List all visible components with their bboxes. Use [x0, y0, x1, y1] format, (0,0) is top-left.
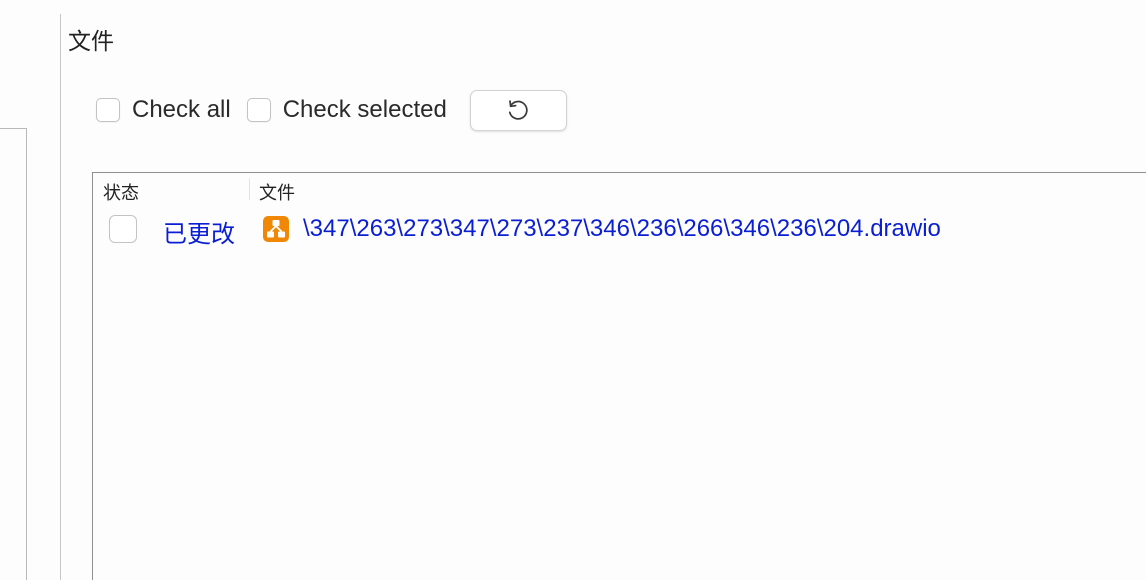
check-all-checkbox[interactable] — [96, 98, 120, 122]
table-row[interactable]: 已更改 \347\263\273\347\273\237\346\236\266… — [93, 211, 1146, 248]
left-pane-list-box — [0, 128, 27, 580]
file-toolbar: Check all Check selected — [96, 89, 567, 131]
row-status: 已更改 — [163, 220, 235, 248]
panel-title: 文件 — [68, 29, 114, 55]
column-header-status[interactable]: 状态 — [103, 179, 139, 205]
file-table: 状态 文件 已更改 \347\263\273\347\273\237\346\2… — [92, 172, 1146, 580]
check-all-option[interactable]: Check all — [96, 96, 231, 124]
check-all-label[interactable]: Check all — [132, 96, 231, 124]
drawio-file-icon — [263, 216, 289, 242]
refresh-button[interactable] — [469, 89, 567, 131]
table-header: 状态 文件 — [93, 173, 1146, 205]
pane-divider[interactable] — [60, 14, 61, 580]
column-header-file[interactable]: 文件 — [259, 179, 295, 205]
left-pane — [0, 0, 60, 580]
refresh-icon[interactable] — [505, 97, 531, 123]
changes-window: 文件 Check all Check selected 状态 文件 已更改 \3… — [0, 0, 1146, 580]
check-selected-label[interactable]: Check selected — [283, 96, 447, 124]
check-selected-checkbox[interactable] — [246, 98, 271, 122]
row-checkbox[interactable] — [109, 215, 137, 243]
check-selected-option[interactable]: Check selected — [246, 96, 447, 124]
row-file-name[interactable]: \347\263\273\347\273\237\346\236\266\346… — [303, 215, 941, 243]
column-separator[interactable] — [249, 178, 250, 200]
